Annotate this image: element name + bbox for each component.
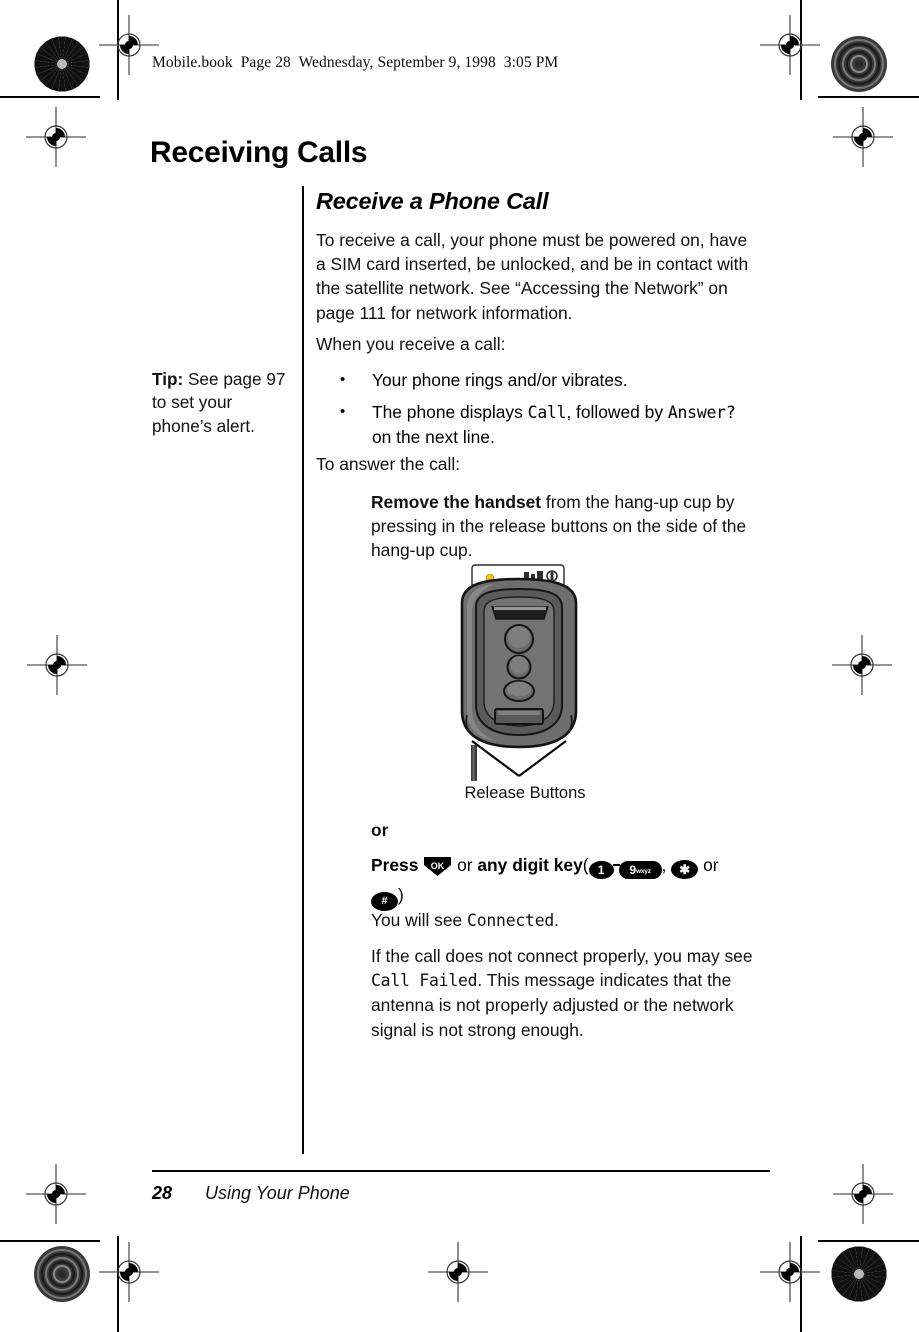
crop-line-top-right-horizontal	[818, 96, 919, 98]
key-range-dash-icon	[612, 863, 620, 866]
digit-key-9-number: 9	[629, 863, 637, 877]
registration-mark-top-left-lower	[26, 107, 86, 167]
page-number: 28	[152, 1183, 173, 1203]
registration-mark-bottom-center	[428, 1242, 488, 1302]
registration-mark-bottom-left-upper	[26, 1164, 86, 1224]
ring-target-bottom-left	[33, 1245, 91, 1303]
digit-key-9-icon[interactable]: 9wxyz	[618, 861, 662, 879]
open-paren: (	[582, 855, 589, 875]
registration-mark-bottom-right-upper	[833, 1164, 893, 1224]
list-item: • Your phone rings and/or vibrates.	[340, 368, 755, 392]
registration-mark-top-right-lower	[833, 107, 893, 167]
crop-line-top-left-horizontal	[0, 96, 100, 98]
intro-paragraph: To receive a call, your phone must be po…	[316, 230, 749, 323]
connected-suffix: .	[554, 910, 559, 930]
bullet-icon: •	[340, 403, 346, 420]
or-tail-text: or	[703, 855, 719, 875]
or-connector-label: or	[371, 818, 753, 842]
display-text-connected: Connected	[467, 911, 555, 930]
svg-text:OK: OK	[431, 861, 445, 871]
or-text: or	[371, 820, 389, 840]
comma-separator: ,	[661, 855, 667, 875]
ring-target-top-right	[830, 35, 888, 93]
star-target-bottom-right	[830, 1245, 888, 1303]
digit-key-9-letters: wxyz	[636, 868, 651, 875]
step-press-keys: Press OK or any digit key(1 9wxyz, ✱ or #…	[371, 850, 756, 911]
step-remove-handset-bold: Remove the handset	[371, 492, 542, 512]
list-item-text-suffix: on the next line.	[372, 427, 495, 448]
registration-mark-top-left	[99, 15, 159, 75]
section-title: Receive a Phone Call	[316, 188, 549, 214]
registration-mark-bottom-left	[99, 1242, 159, 1302]
registration-mark-middle-right	[832, 635, 892, 695]
bullet-icon: •	[340, 371, 346, 388]
any-digit-key-label: any digit key	[477, 855, 583, 875]
display-text-call-failed: Call Failed	[371, 971, 478, 991]
display-text-answer: Answer?	[667, 403, 736, 422]
connected-prefix: You will see	[371, 910, 468, 930]
list-item-text-prefix: The phone displays	[372, 402, 528, 422]
when-you-receive-paragraph: When you receive a call:	[316, 334, 506, 354]
footer-rule	[152, 1170, 770, 1172]
registration-mark-top-right	[760, 15, 820, 75]
close-paren: )	[398, 885, 404, 905]
crop-line-bottom-left-horizontal	[0, 1240, 100, 1242]
registration-mark-middle-left	[27, 635, 87, 695]
running-footer-title: Using Your Phone	[205, 1183, 350, 1203]
list-item: • The phone displays Call, followed by A…	[340, 400, 755, 449]
column-divider-rule	[302, 186, 304, 1154]
hang-up-cup-illustration	[440, 563, 605, 808]
tip-note: Tip: See page 97 to set your phone’s ale…	[152, 368, 292, 438]
press-label: Press	[371, 855, 419, 875]
call-failed-paragraph: If the call does not connect properly, y…	[371, 944, 753, 1042]
document-page: Mobile.book Page 28 Wednesday, September…	[0, 0, 919, 1332]
star-key-icon[interactable]: ✱	[671, 860, 699, 879]
chapter-title: Receiving Calls	[150, 136, 368, 169]
star-target-top-left	[33, 35, 91, 93]
connected-paragraph: You will see Connected.	[371, 908, 753, 933]
list-item-text-middle: , followed by	[566, 402, 668, 422]
to-answer-paragraph: To answer the call:	[316, 454, 461, 474]
call-failed-prefix: If the call does not connect properly, y…	[371, 946, 753, 966]
display-text-call: Call	[527, 403, 567, 422]
callout-label-release-buttons: Release Buttons	[464, 784, 586, 802]
tip-label: Tip:	[152, 369, 184, 389]
list-item-label: The phone displays Call, followed by Ans…	[372, 400, 755, 449]
step-remove-handset: Remove the handset from the hang-up cup …	[371, 490, 753, 563]
digit-key-1-icon[interactable]: 1	[588, 861, 614, 879]
crop-line-bottom-right-horizontal	[818, 1240, 919, 1242]
registration-mark-bottom-right	[760, 1242, 820, 1302]
ok-key-icon[interactable]: OK	[423, 856, 452, 877]
list-item-label: Your phone rings and/or vibrates.	[372, 370, 628, 390]
or-middle-text: or	[457, 855, 473, 875]
file-slug-header: Mobile.book Page 28 Wednesday, September…	[152, 54, 559, 71]
